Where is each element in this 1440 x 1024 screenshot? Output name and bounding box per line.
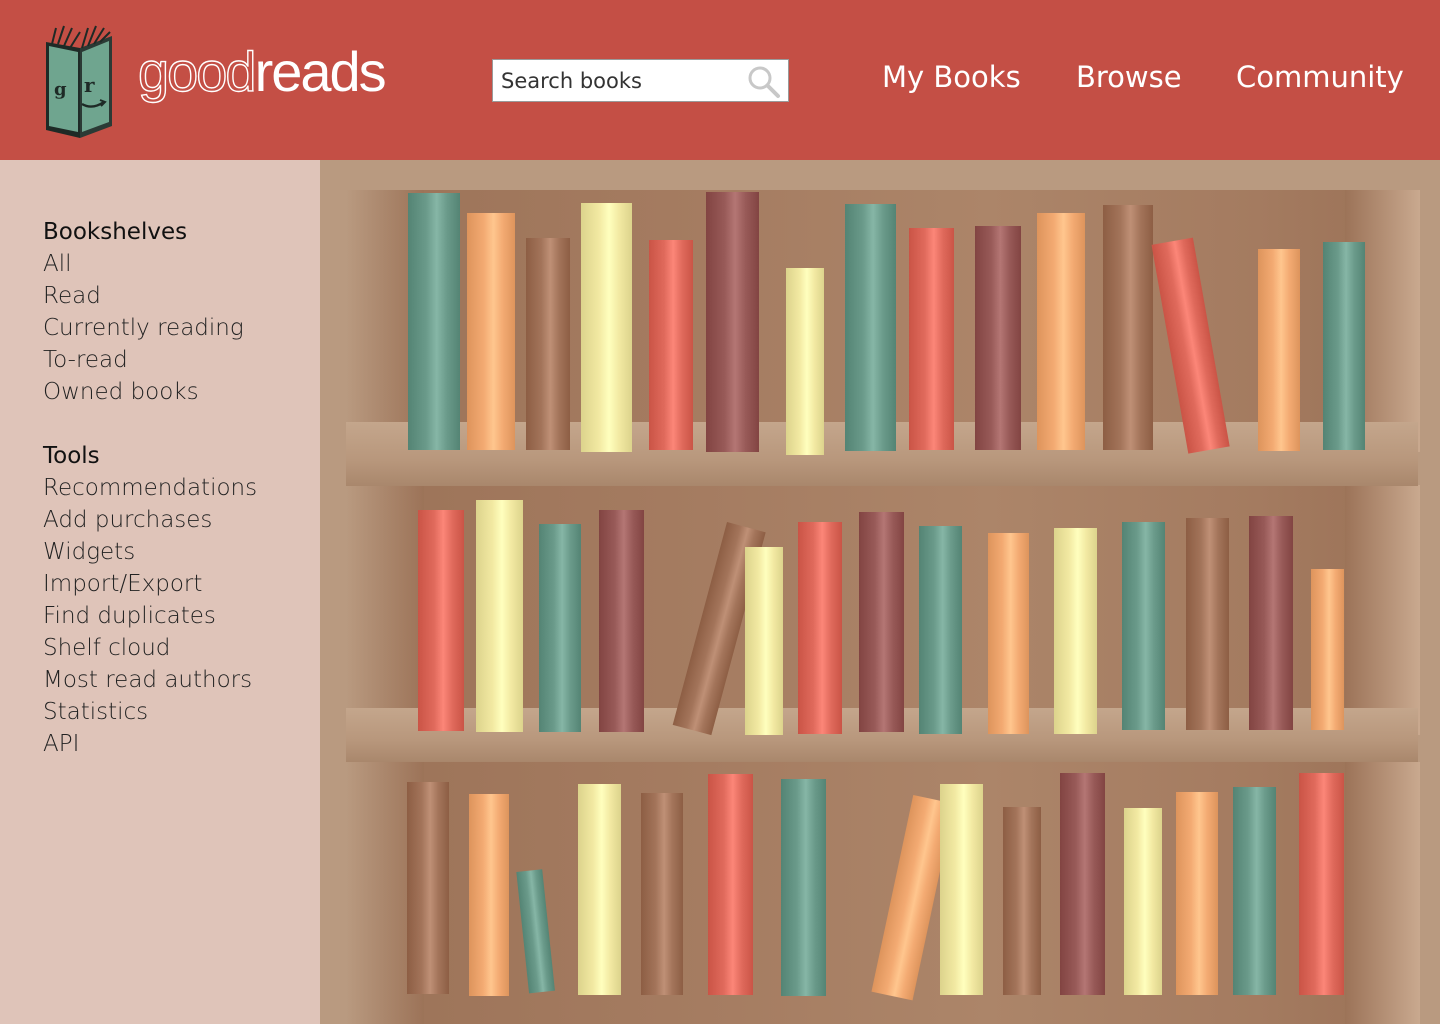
book-spine bbox=[469, 794, 509, 996]
book-spine bbox=[581, 203, 632, 452]
book-spine bbox=[940, 784, 983, 995]
book-spine bbox=[845, 204, 896, 451]
svg-text:g: g bbox=[54, 79, 67, 100]
book-spine bbox=[1258, 249, 1300, 451]
book-spine bbox=[706, 192, 759, 452]
sidebar-item-statistics[interactable]: Statistics bbox=[43, 696, 257, 728]
book-spine bbox=[745, 547, 783, 735]
sidebar-item-read[interactable]: Read bbox=[43, 280, 244, 312]
book-spine bbox=[407, 782, 449, 994]
book-spine bbox=[476, 500, 523, 732]
book-spine bbox=[1299, 773, 1344, 995]
book-spine bbox=[1124, 808, 1162, 995]
book-spine bbox=[798, 522, 842, 734]
goodreads-wordmark[interactable]: goodreads bbox=[137, 43, 386, 100]
book-spine bbox=[1037, 213, 1085, 450]
bookshelves-heading: Bookshelves bbox=[43, 219, 188, 245]
book-spine bbox=[1176, 792, 1218, 995]
book-spine bbox=[781, 779, 826, 996]
book-spine bbox=[988, 533, 1029, 734]
book-spine bbox=[1233, 787, 1276, 995]
book-spine bbox=[909, 228, 954, 450]
book-spine bbox=[1103, 205, 1153, 450]
book-spine bbox=[418, 510, 464, 731]
book-spine bbox=[1060, 773, 1105, 995]
sidebar-item-all[interactable]: All bbox=[43, 248, 244, 280]
book-spine bbox=[578, 784, 621, 995]
sidebar-item-add-purchases[interactable]: Add purchases bbox=[43, 504, 257, 536]
search-input[interactable] bbox=[493, 60, 733, 101]
svg-text:r: r bbox=[84, 73, 95, 97]
sidebar-item-to-read[interactable]: To-read bbox=[43, 344, 244, 376]
book-spine bbox=[539, 524, 581, 732]
book-spine bbox=[1122, 522, 1165, 730]
sidebar-item-currently-reading[interactable]: Currently reading bbox=[43, 312, 244, 344]
sidebar-item-shelf-cloud[interactable]: Shelf cloud bbox=[43, 632, 257, 664]
sidebar-item-most-read-authors[interactable]: Most read authors bbox=[43, 664, 257, 696]
sidebar: Bookshelves All Read Currently reading T… bbox=[0, 160, 320, 1024]
search-icon[interactable] bbox=[746, 64, 782, 100]
book-spine bbox=[859, 512, 904, 732]
sidebar-item-recommendations[interactable]: Recommendations bbox=[43, 472, 257, 504]
logo-text-bold: reads bbox=[254, 40, 387, 103]
book-spine bbox=[1323, 242, 1365, 450]
shelf-side-left bbox=[346, 485, 424, 735]
book-spine bbox=[649, 240, 693, 450]
top-header: g r goodreads My Books Browse Community bbox=[0, 0, 1440, 160]
nav-my-books[interactable]: My Books bbox=[882, 60, 1021, 94]
sidebar-item-api[interactable]: API bbox=[43, 728, 257, 760]
book-spine bbox=[708, 774, 753, 995]
book-spine bbox=[408, 193, 460, 450]
book-spine bbox=[975, 226, 1021, 450]
book-spine bbox=[786, 268, 824, 455]
shelf-side-right bbox=[1345, 485, 1420, 735]
book-spine bbox=[1311, 569, 1344, 730]
book-spine bbox=[1186, 518, 1229, 730]
book-spine bbox=[919, 526, 962, 734]
sidebar-item-owned-books[interactable]: Owned books bbox=[43, 376, 244, 408]
logo-text-light: good bbox=[137, 40, 257, 103]
tools-section: Tools Recommendations Add purchases Widg… bbox=[43, 440, 257, 760]
book-spine bbox=[467, 213, 515, 450]
nav-browse[interactable]: Browse bbox=[1076, 60, 1182, 94]
search-box bbox=[492, 59, 789, 102]
bookshelves-section: Bookshelves All Read Currently reading T… bbox=[43, 216, 244, 408]
nav-community[interactable]: Community bbox=[1236, 60, 1404, 94]
shelf-side-right bbox=[1345, 762, 1420, 1024]
sidebar-item-import-export[interactable]: Import/Export bbox=[43, 568, 257, 600]
tools-heading: Tools bbox=[43, 443, 100, 469]
goodreads-book-logo-icon[interactable]: g r bbox=[38, 22, 118, 144]
sidebar-item-find-duplicates[interactable]: Find duplicates bbox=[43, 600, 257, 632]
book-spine bbox=[641, 793, 683, 995]
book-spine bbox=[1249, 516, 1293, 730]
book-spine bbox=[1003, 807, 1041, 995]
book-spine bbox=[1054, 528, 1097, 734]
bookcase-illustration bbox=[320, 160, 1440, 1024]
book-spine bbox=[599, 510, 644, 732]
book-spine bbox=[526, 238, 570, 450]
sidebar-item-widgets[interactable]: Widgets bbox=[43, 536, 257, 568]
